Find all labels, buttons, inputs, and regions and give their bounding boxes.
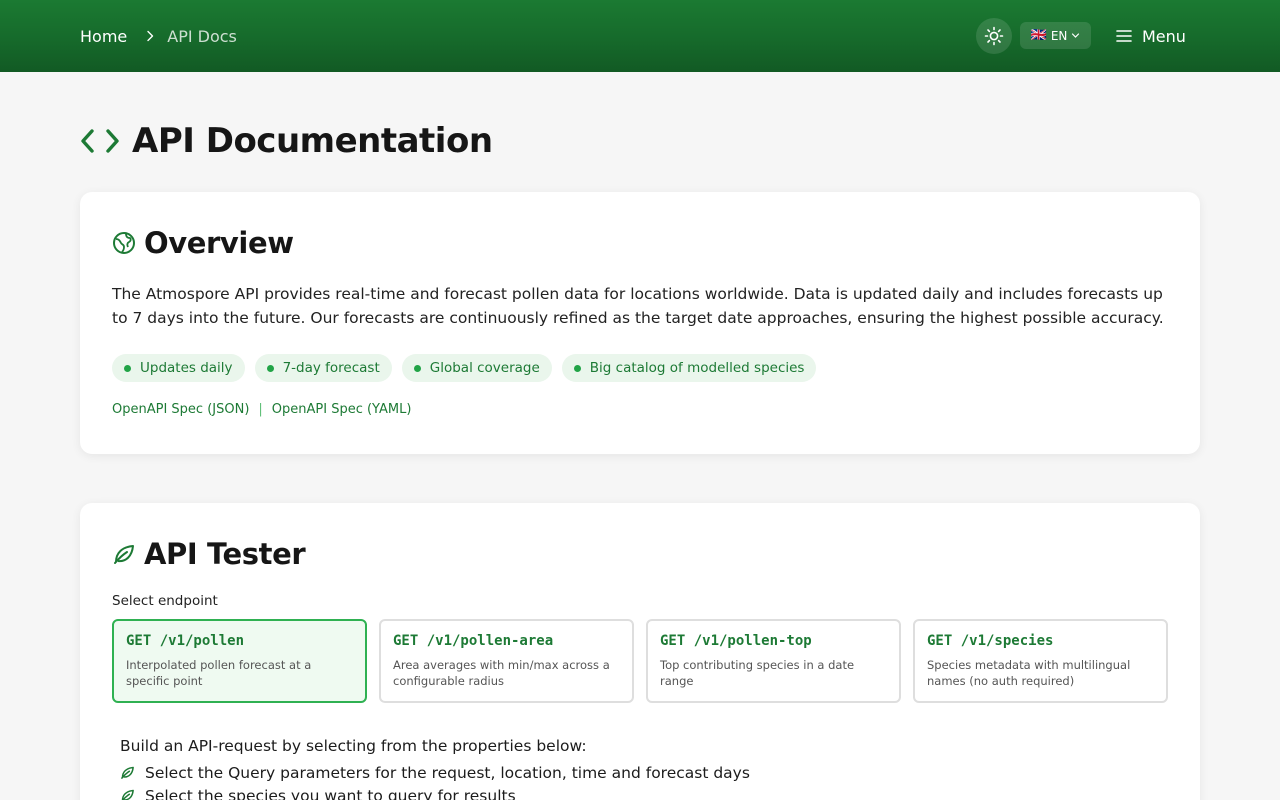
feature-tag: Updates daily (112, 354, 245, 382)
endpoint-selector: GET /v1/pollen Interpolated pollen forec… (112, 619, 1168, 703)
feature-tag: 7-day forecast (254, 354, 392, 382)
chevron-right-icon (145, 30, 155, 42)
breadcrumb-home-link[interactable]: Home (80, 27, 127, 46)
leaf-icon (121, 789, 134, 800)
feature-tags: Updates daily 7-day forecast Global cove… (112, 354, 817, 382)
overview-heading-text: Overview (144, 226, 294, 260)
menu-label: Menu (1142, 26, 1186, 46)
openapi-json-link[interactable]: OpenAPI Spec (JSON) (112, 402, 249, 417)
endpoint-path: GET /v1/species (927, 633, 1054, 649)
list-item: Select the Query parameters for the requ… (120, 761, 750, 784)
language-selector[interactable]: 🇬🇧 EN (1020, 22, 1091, 49)
build-request-intro: Build an API-request by selecting from t… (120, 737, 587, 755)
overview-card: Overview The Atmospore API provides real… (80, 192, 1200, 454)
theme-toggle-button[interactable] (976, 18, 1012, 54)
tag-label: Big catalog of modelled species (589, 360, 805, 376)
endpoint-description: Species metadata with multilingual names… (927, 658, 1131, 688)
language-code: EN (1050, 28, 1068, 43)
feature-tag: Big catalog of modelled species (561, 354, 817, 382)
select-endpoint-label: Select endpoint (112, 593, 218, 609)
uk-flag-icon: 🇬🇧 (1030, 28, 1047, 43)
page-title: API Documentation (80, 118, 493, 164)
tag-dot-icon (573, 364, 581, 372)
tag-label: Updates daily (140, 360, 233, 376)
overview-description: The Atmospore API provides real-time and… (112, 285, 1164, 327)
breadcrumb-current: API Docs (167, 26, 237, 46)
spec-links: OpenAPI Spec (JSON) | OpenAPI Spec (YAML… (112, 402, 411, 417)
openapi-yaml-link[interactable]: OpenAPI Spec (YAML) (272, 402, 412, 417)
top-navigation-bar: Home API Docs 🇬🇧 EN Menu (0, 0, 1280, 72)
tag-label: Global coverage (429, 360, 540, 376)
menu-button[interactable]: Menu (1116, 22, 1186, 50)
sun-icon (984, 26, 1004, 46)
build-steps-list: Select the Query parameters for the requ… (120, 761, 750, 800)
build-step-text: Select the species you want to query for… (145, 786, 516, 800)
build-step-text: Select the Query parameters for the requ… (145, 763, 750, 782)
overview-heading: Overview (112, 226, 294, 260)
api-tester-card: API Tester Select endpoint GET /v1/polle… (80, 503, 1200, 800)
endpoint-path: GET /v1/pollen (126, 633, 245, 649)
breadcrumb: Home API Docs (80, 0, 237, 72)
endpoint-path: GET /v1/pollen-area (393, 633, 554, 649)
endpoint-option-species[interactable]: GET /v1/species Species metadata with mu… (913, 619, 1168, 703)
leaf-icon (121, 766, 134, 779)
code-brackets-icon (81, 129, 119, 153)
api-tester-heading: API Tester (112, 537, 306, 571)
link-separator: | (258, 402, 263, 417)
tag-dot-icon (413, 364, 421, 372)
list-item: Select the species you want to query for… (120, 784, 750, 800)
endpoint-description: Interpolated pollen forecast at a specif… (126, 658, 312, 688)
tag-label: 7-day forecast (282, 360, 380, 376)
endpoint-option-pollen-top[interactable]: GET /v1/pollen-top Top contributing spec… (646, 619, 901, 703)
endpoint-description: Top contributing species in a date range (660, 658, 855, 688)
endpoint-option-pollen-area[interactable]: GET /v1/pollen-area Area averages with m… (379, 619, 634, 703)
endpoint-description: Area averages with min/max across a conf… (393, 658, 610, 688)
tag-dot-icon (124, 364, 131, 372)
hamburger-icon (1116, 30, 1132, 42)
tag-dot-icon (266, 364, 274, 372)
leaf-icon (114, 545, 134, 564)
chevron-down-icon (1072, 33, 1080, 38)
endpoint-option-pollen[interactable]: GET /v1/pollen Interpolated pollen forec… (112, 619, 367, 703)
endpoint-path: GET /v1/pollen-top (660, 633, 812, 649)
feature-tag: Global coverage (401, 354, 552, 382)
api-tester-heading-text: API Tester (144, 537, 306, 571)
globe-icon (113, 232, 135, 254)
page-title-text: API Documentation (132, 121, 493, 161)
